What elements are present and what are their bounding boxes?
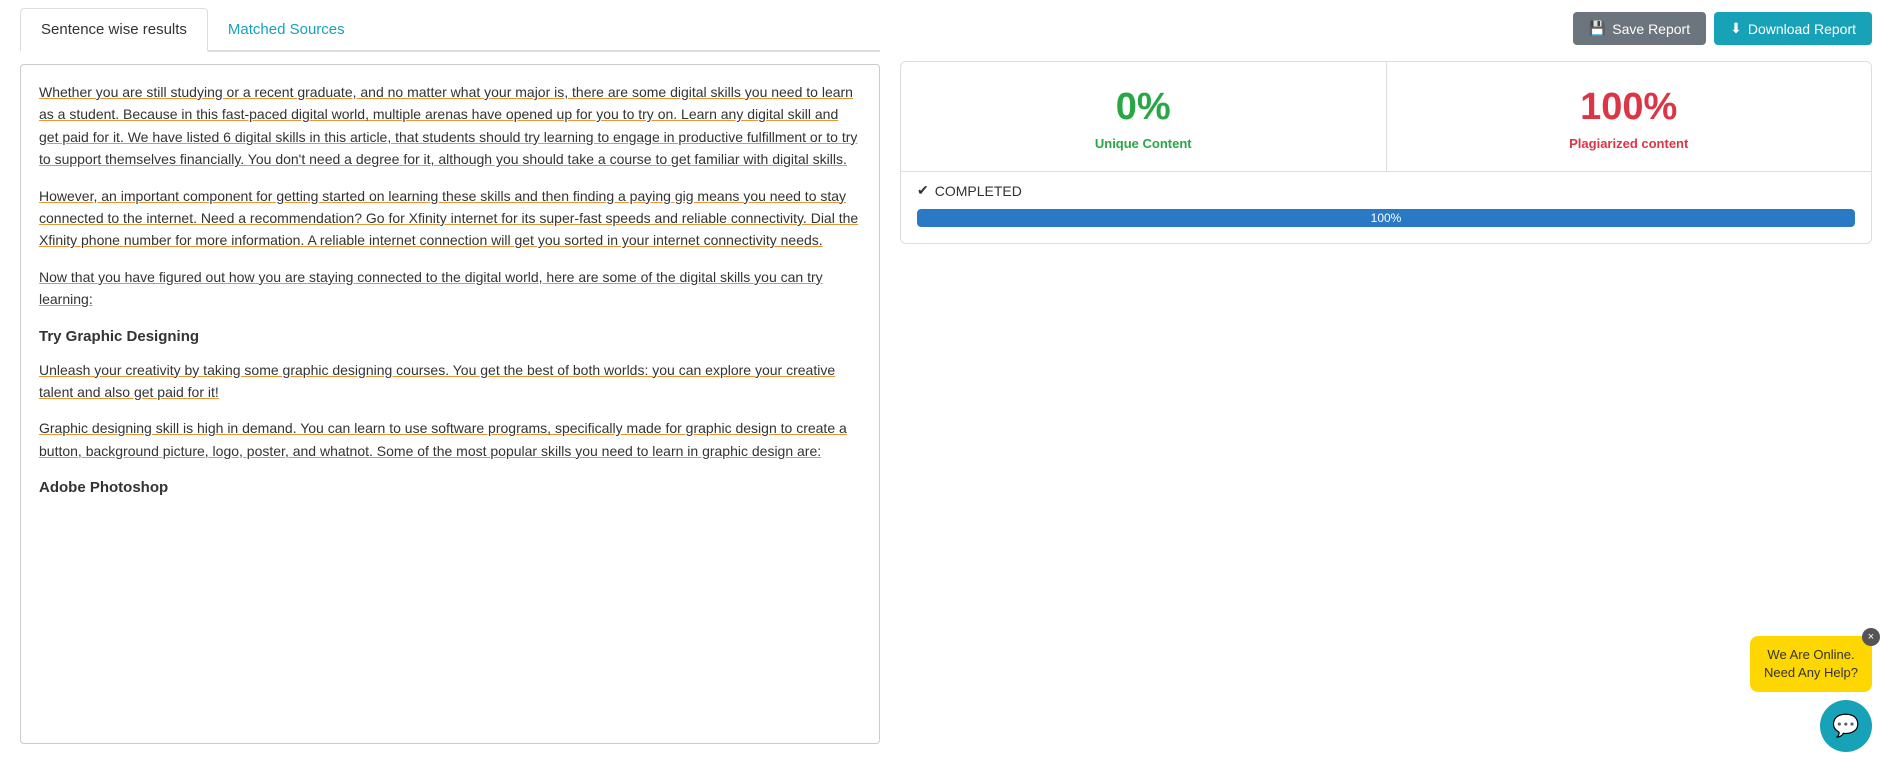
- download-icon: ⬇: [1730, 20, 1742, 37]
- progress-value: 100%: [1371, 211, 1402, 225]
- tab-sentence-wise[interactable]: Sentence wise results: [20, 8, 208, 52]
- chat-icon: 💬: [1832, 713, 1859, 739]
- chat-bubble: × We Are Online. Need Any Help?: [1750, 636, 1872, 692]
- tab-matched-sources[interactable]: Matched Sources: [208, 8, 365, 50]
- content-paragraph-4: Unleash your creativity by taking some g…: [39, 359, 861, 404]
- plagiarized-percent: 100%: [1403, 86, 1856, 129]
- check-icon: ✔: [917, 182, 929, 199]
- chat-bubble-line1: We Are Online.: [1767, 647, 1854, 662]
- save-icon: 💾: [1589, 20, 1606, 37]
- chat-bubble-line2: Need Any Help?: [1764, 665, 1858, 680]
- download-report-label: Download Report: [1748, 21, 1856, 37]
- chat-close-button[interactable]: ×: [1862, 628, 1880, 646]
- progress-bar-fill: 100%: [917, 209, 1855, 227]
- save-report-button[interactable]: 💾 Save Report: [1573, 12, 1706, 45]
- chat-open-button[interactable]: 💬: [1820, 700, 1872, 752]
- content-paragraph-5: Graphic designing skill is high in deman…: [39, 417, 861, 462]
- save-report-label: Save Report: [1612, 21, 1690, 37]
- unique-content-box: 0% Unique Content: [901, 62, 1387, 171]
- progress-bar-container: 100%: [917, 209, 1855, 227]
- unique-percent: 0%: [917, 86, 1370, 129]
- stats-row: 0% Unique Content 100% Plagiarized conte…: [901, 62, 1871, 172]
- tabs-bar: Sentence wise results Matched Sources: [20, 8, 880, 52]
- plagiarized-content-box: 100% Plagiarized content: [1387, 62, 1872, 171]
- chat-widget: × We Are Online. Need Any Help? 💬: [1750, 636, 1872, 752]
- toolbar: 💾 Save Report ⬇ Download Report: [900, 12, 1872, 45]
- section-heading-graphic: Try Graphic Designing: [39, 325, 861, 349]
- content-paragraph-2: However, an important component for gett…: [39, 185, 861, 252]
- content-paragraph-1: Whether you are still studying or a rece…: [39, 81, 861, 171]
- completed-row: ✔ COMPLETED 100%: [901, 172, 1871, 243]
- right-panel: 💾 Save Report ⬇ Download Report 0% Uniqu…: [900, 8, 1872, 764]
- left-panel: Sentence wise results Matched Sources Wh…: [20, 8, 880, 764]
- unique-label: Unique Content: [1095, 136, 1192, 151]
- completed-text: ✔ COMPLETED: [917, 182, 1855, 199]
- plagiarized-label: Plagiarized content: [1569, 136, 1688, 151]
- content-paragraph-3: Now that you have figured out how you ar…: [39, 266, 861, 311]
- content-area: Whether you are still studying or a rece…: [20, 64, 880, 744]
- stats-card: 0% Unique Content 100% Plagiarized conte…: [900, 61, 1872, 244]
- download-report-button[interactable]: ⬇ Download Report: [1714, 12, 1872, 45]
- section-heading-photoshop: Adobe Photoshop: [39, 476, 861, 500]
- completed-label: COMPLETED: [935, 183, 1022, 199]
